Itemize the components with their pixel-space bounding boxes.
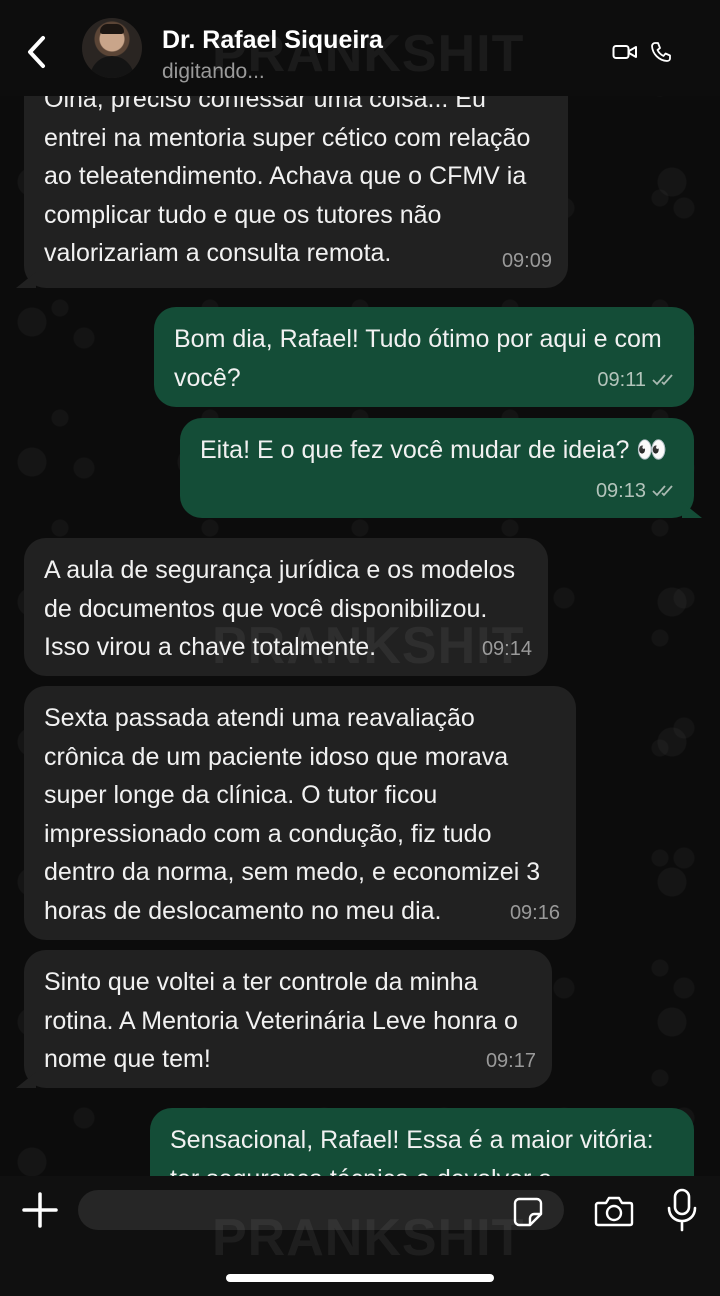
message-bubble-outgoing[interactable]: Eita! E o que fez você mudar de ideia? 👀… — [180, 418, 702, 518]
chat-header: Dr. Rafael Siqueira digitando... — [0, 0, 720, 96]
message-text: Eita! E o que fez você mudar de ideia? 👀 — [200, 436, 668, 464]
message-bubble-incoming[interactable]: Sexta passada atendi uma reavaliação crô… — [24, 686, 576, 940]
contact-avatar[interactable] — [82, 18, 142, 78]
double-check-icon — [652, 374, 673, 386]
microphone-icon[interactable] — [666, 1188, 698, 1232]
message-time: 09:09 — [501, 249, 552, 272]
message-time: 09:14 — [481, 637, 532, 660]
contact-name[interactable]: Dr. Rafael Siqueira — [162, 26, 383, 55]
phone-icon[interactable] — [650, 41, 672, 63]
plus-icon[interactable] — [20, 1190, 60, 1230]
message-text: A aula de segurança jurídica e os modelo… — [44, 556, 516, 661]
message-bubble-incoming[interactable]: A aula de segurança jurídica e os modelo… — [24, 538, 548, 676]
message-time: 09:17 — [485, 1049, 536, 1072]
sticker-icon[interactable] — [512, 1196, 544, 1228]
back-button[interactable] — [14, 30, 58, 74]
message-bubble-outgoing[interactable]: Bom dia, Rafael! Tudo ótimo por aqui e c… — [154, 307, 694, 407]
home-indicator[interactable] — [226, 1274, 494, 1282]
message-composer — [0, 1176, 720, 1296]
double-check-icon — [652, 485, 673, 497]
message-text: Sexta passada atendi uma reavaliação crô… — [44, 704, 541, 925]
message-time: 09:13 — [595, 479, 646, 502]
camera-icon[interactable] — [594, 1194, 634, 1228]
message-time: 09:16 — [509, 901, 560, 924]
message-text: Olha, preciso confessar uma coisa... Eu … — [44, 85, 531, 267]
message-text: Sinto que voltei a ter controle da minha… — [44, 968, 518, 1073]
message-time: 09:11 — [597, 368, 646, 391]
message-input[interactable] — [78, 1190, 564, 1230]
message-bubble-incoming[interactable]: Sinto que voltei a ter controle da minha… — [16, 950, 552, 1088]
back-arrow-icon — [28, 36, 45, 68]
video-call-icon[interactable] — [612, 42, 638, 62]
typing-status: digitando... — [162, 60, 265, 83]
